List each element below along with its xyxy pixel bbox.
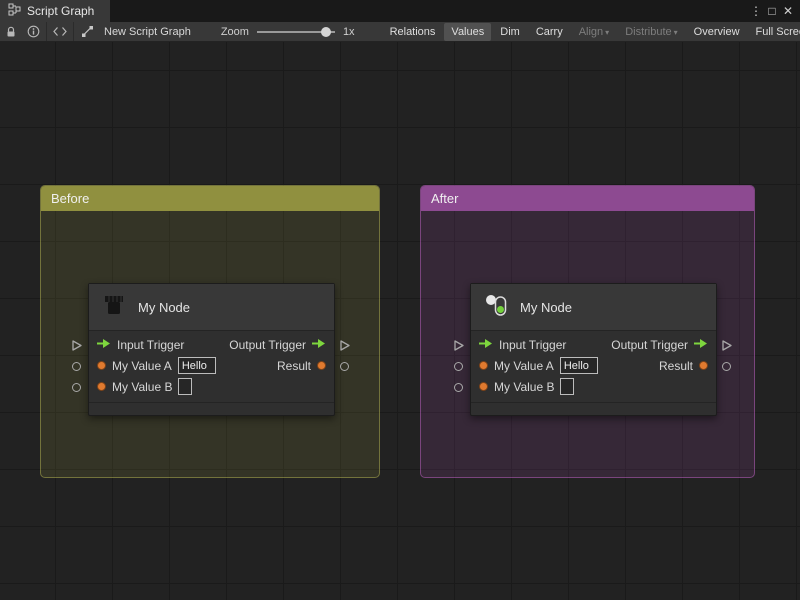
external-result-port[interactable] <box>340 362 349 371</box>
group-after-header[interactable]: After <box>421 186 754 211</box>
input-trigger-label: Input Trigger <box>117 337 185 352</box>
group-before-header[interactable]: Before <box>41 186 379 211</box>
group-title: After <box>431 191 459 206</box>
external-result-port[interactable] <box>722 362 731 371</box>
window-controls: ⋮ □ ✕ <box>748 0 800 22</box>
zoom-slider[interactable] <box>256 22 335 41</box>
node-header[interactable]: My Node <box>89 284 334 331</box>
value-port-icon[interactable] <box>479 361 488 370</box>
node-title: My Node <box>520 299 573 315</box>
info-icon[interactable] <box>22 22 44 41</box>
lock-icon[interactable] <box>0 22 22 41</box>
toolbar: New Script Graph Zoom 1x Relations Value… <box>0 22 800 42</box>
code-icon[interactable] <box>49 22 71 41</box>
group-title: Before <box>51 191 90 206</box>
value-a-input[interactable] <box>177 357 216 374</box>
node-header[interactable]: My Node <box>471 284 716 331</box>
tab-bar: Script Graph ⋮ □ ✕ <box>0 0 800 22</box>
node-my-node-before[interactable]: My Node Input Trigger Output Trigger My … <box>88 283 335 416</box>
external-value-a-port[interactable] <box>454 362 463 371</box>
value-port-icon[interactable] <box>97 361 106 370</box>
node-title: My Node <box>138 299 191 315</box>
overview-button[interactable]: Overview <box>687 23 747 41</box>
input-trigger-arrow-icon[interactable] <box>97 338 111 352</box>
external-input-trigger-port[interactable] <box>452 339 465 352</box>
output-trigger-arrow-icon[interactable] <box>694 338 708 352</box>
external-value-b-port[interactable] <box>454 383 463 392</box>
output-trigger-label: Output Trigger <box>229 337 306 352</box>
zoom-value: 1x <box>342 25 355 38</box>
value-b-input[interactable] <box>178 378 193 395</box>
value-a-input[interactable] <box>559 357 598 374</box>
port-row-value-a: My Value A Result <box>89 355 334 376</box>
distribute-dropdown: Distribute ▾ <box>625 25 678 38</box>
node-footer <box>89 402 334 415</box>
chevron-down-icon: ▾ <box>673 27 678 37</box>
output-trigger-arrow-icon[interactable] <box>312 338 326 352</box>
window-maximize-button[interactable]: □ <box>764 0 780 22</box>
value-b-label: My Value B <box>494 379 555 394</box>
graph-name-label[interactable]: New Script Graph <box>104 26 191 38</box>
output-trigger-label: Output Trigger <box>611 337 688 352</box>
tab-title: Script Graph <box>27 4 95 18</box>
tab-script-graph[interactable]: Script Graph <box>0 0 111 22</box>
graph-asset-icon <box>76 22 98 41</box>
value-port-icon[interactable] <box>699 361 708 370</box>
relations-button[interactable]: Relations <box>383 23 443 41</box>
toolbar-separator <box>73 22 74 41</box>
value-a-label: My Value A <box>494 358 554 373</box>
port-row-trigger: Input Trigger Output Trigger <box>471 334 716 355</box>
toggle-unit-icon <box>483 292 509 323</box>
port-row-value-b: My Value B <box>471 376 716 397</box>
fullscreen-button[interactable]: Full Screen <box>749 23 800 41</box>
node-footer <box>471 402 716 415</box>
external-value-b-port[interactable] <box>72 383 81 392</box>
result-label: Result <box>276 358 311 373</box>
node-port-rows: Input Trigger Output Trigger My Value A … <box>471 331 716 402</box>
graph-icon <box>8 3 21 19</box>
value-a-label: My Value A <box>112 358 172 373</box>
value-port-icon[interactable] <box>479 382 488 391</box>
value-b-input[interactable] <box>560 378 575 395</box>
external-value-a-port[interactable] <box>72 362 81 371</box>
node-my-node-after[interactable]: My Node Input Trigger Output Trigger My … <box>470 283 717 416</box>
port-row-value-b: My Value B <box>89 376 334 397</box>
external-output-trigger-port[interactable] <box>338 339 351 352</box>
script-graph-window: Script Graph ⋮ □ ✕ New Script Graph Zoom… <box>0 0 800 600</box>
zoom-label: Zoom <box>220 25 249 38</box>
toolbar-separator <box>46 22 47 41</box>
value-port-icon[interactable] <box>97 382 106 391</box>
external-output-trigger-port[interactable] <box>720 339 733 352</box>
input-trigger-arrow-icon[interactable] <box>479 338 493 352</box>
graph-canvas[interactable]: Before After My Node Input Trigger Outpu… <box>0 42 800 600</box>
node-port-rows: Input Trigger Output Trigger My Value A … <box>89 331 334 402</box>
values-button[interactable]: Values <box>444 22 492 41</box>
window-menu-button[interactable]: ⋮ <box>748 0 764 22</box>
carry-button[interactable]: Carry <box>529 23 570 41</box>
external-input-trigger-port[interactable] <box>70 339 83 352</box>
dim-button[interactable]: Dim <box>493 23 527 41</box>
value-port-icon[interactable] <box>317 361 326 370</box>
result-label: Result <box>658 358 693 373</box>
chevron-down-icon: ▾ <box>605 27 610 37</box>
port-row-trigger: Input Trigger Output Trigger <box>89 334 334 355</box>
input-trigger-label: Input Trigger <box>499 337 567 352</box>
port-row-value-a: My Value A Result <box>471 355 716 376</box>
zoom-slider-handle[interactable] <box>320 26 331 37</box>
flow-machine-icon <box>101 292 127 323</box>
window-close-button[interactable]: ✕ <box>780 0 796 22</box>
align-dropdown: Align ▾ <box>578 25 610 38</box>
value-b-label: My Value B <box>112 379 173 394</box>
